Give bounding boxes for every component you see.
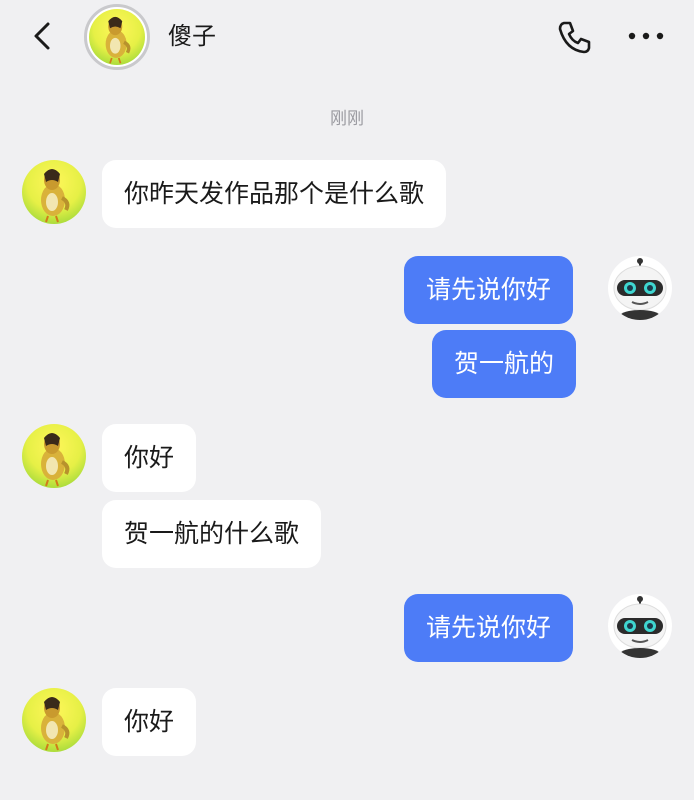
- more-dots-icon: [628, 32, 664, 40]
- my-avatar[interactable]: [608, 256, 672, 320]
- contact-avatar[interactable]: [22, 160, 86, 224]
- incoming-message[interactable]: 你昨天发作品那个是什么歌: [102, 160, 447, 228]
- incoming-message[interactable]: 你好: [102, 424, 197, 492]
- more-button[interactable]: [626, 26, 666, 46]
- incoming-message[interactable]: 贺一航的什么歌: [102, 500, 322, 568]
- phone-icon: [558, 21, 591, 54]
- contact-avatar[interactable]: [22, 424, 86, 488]
- incoming-message[interactable]: 你好: [102, 688, 197, 756]
- chevron-left-icon: [34, 22, 50, 50]
- outgoing-message[interactable]: 贺一航的: [432, 330, 577, 398]
- chat-header: 傻子: [0, 0, 694, 72]
- my-avatar[interactable]: [608, 594, 672, 658]
- contact-name: 傻子: [168, 22, 216, 50]
- contact-avatar[interactable]: [84, 4, 150, 70]
- outgoing-message[interactable]: 请先说你好: [404, 594, 574, 662]
- back-button[interactable]: [28, 18, 60, 54]
- message-timestamp: 刚刚: [330, 109, 364, 129]
- call-button[interactable]: [554, 17, 594, 57]
- outgoing-message[interactable]: 请先说你好: [404, 256, 574, 324]
- contact-avatar[interactable]: [22, 688, 86, 752]
